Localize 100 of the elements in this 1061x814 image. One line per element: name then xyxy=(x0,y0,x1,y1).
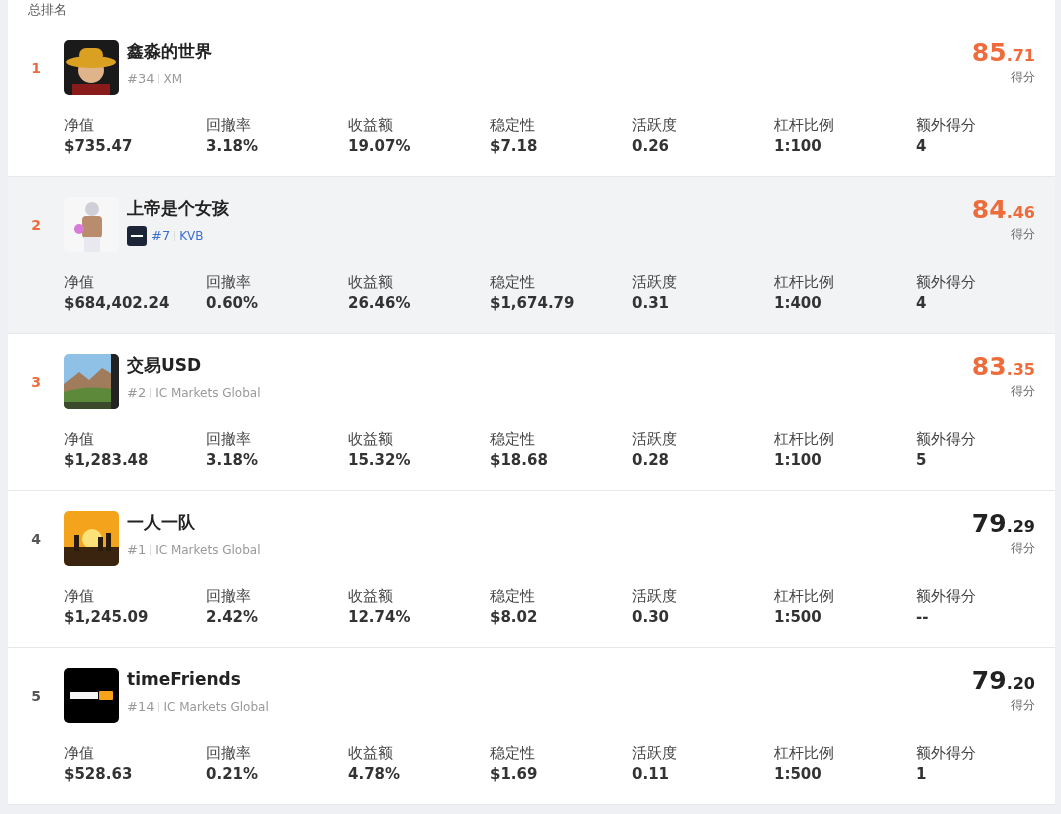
stat-label: 收益额 xyxy=(348,272,394,292)
stat-value: 0.60% xyxy=(206,293,260,314)
stat-value: $528.63 xyxy=(64,764,134,785)
stat-label: 额外得分 xyxy=(916,429,977,449)
trader-name: 鑫淼的世界 xyxy=(127,40,212,62)
stat-label: 额外得分 xyxy=(916,586,977,606)
stat-value: $1,674.79 xyxy=(490,293,576,314)
stat-label: 活跃度 xyxy=(632,586,678,606)
stat-label: 收益额 xyxy=(348,115,394,135)
stat-value: -- xyxy=(916,607,930,628)
stat-value: 4.78% xyxy=(348,764,402,785)
stat-label: 稳定性 xyxy=(490,115,536,135)
stat-value: 1:400 xyxy=(774,293,823,314)
rank-position: #1 xyxy=(127,541,147,559)
stat-value: 3.18% xyxy=(206,136,260,157)
rank-position: #7 xyxy=(151,227,171,246)
section-title: 总排名 xyxy=(27,1,68,19)
rank-number: 4 xyxy=(30,530,42,549)
score-integer: 79 xyxy=(971,666,1007,695)
trader-name: timeFriends xyxy=(127,668,242,690)
score-integer: 85 xyxy=(971,38,1007,67)
stat-value: 1:500 xyxy=(774,607,823,628)
stat-label: 回撤率 xyxy=(206,272,252,292)
stat-value: 26.46% xyxy=(348,293,412,314)
stat-label: 杠杆比例 xyxy=(774,743,835,763)
rank-position: #34 xyxy=(127,70,155,88)
score-decimal: .20 xyxy=(1006,674,1035,693)
stat-value: 5 xyxy=(916,450,928,471)
rank-number: 1 xyxy=(30,59,42,78)
stat-value: 2.42% xyxy=(206,607,260,628)
score-decimal: .46 xyxy=(1006,203,1035,222)
stat-label: 活跃度 xyxy=(632,115,678,135)
score-decimal: .35 xyxy=(1006,360,1035,379)
stat-label: 收益额 xyxy=(348,429,394,449)
stat-value: $18.68 xyxy=(490,450,549,471)
stat-value: $7.18 xyxy=(490,136,539,157)
stat-label: 杠杆比例 xyxy=(774,272,835,292)
stat-value: $1,245.09 xyxy=(64,607,150,628)
stat-label: 稳定性 xyxy=(490,272,536,292)
stat-label: 回撤率 xyxy=(206,115,252,135)
stat-label: 稳定性 xyxy=(490,743,536,763)
stat-value: $1.69 xyxy=(490,764,539,785)
stat-value: 0.30 xyxy=(632,607,670,628)
score-integer: 84 xyxy=(971,195,1007,224)
trader-name: 一人一队 xyxy=(127,511,196,533)
rank-number: 5 xyxy=(30,687,42,706)
score-decimal: .29 xyxy=(1006,517,1035,536)
stat-value: 1 xyxy=(916,764,928,785)
rank-number: 2 xyxy=(30,216,42,235)
stat-value: 4 xyxy=(916,136,928,157)
broker-name: XM xyxy=(163,70,182,88)
stat-label: 净值 xyxy=(64,743,95,763)
stat-label: 杠杆比例 xyxy=(774,429,835,449)
score-decimal: .71 xyxy=(1006,46,1035,65)
broker-name: KVB xyxy=(179,228,204,245)
score-integer: 79 xyxy=(971,509,1007,538)
stat-label: 回撤率 xyxy=(206,586,252,606)
stat-label: 活跃度 xyxy=(632,429,678,449)
ranking-row-highlight[interactable]: 2 上帝是个女孩 #7 KVB 84.46 得分 净值 $684,402.24 回撤率 0.60% 收益额 26.46% 稳定性 $1,674.79 活跃度 0.31 杠杆比例 1:400 额外得分 4 xyxy=(8,177,1055,334)
stat-value: 1:100 xyxy=(774,450,823,471)
stat-value: 15.32% xyxy=(348,450,412,471)
stat-label: 额外得分 xyxy=(916,743,977,763)
stat-label: 回撤率 xyxy=(206,743,252,763)
stat-value: 12.74% xyxy=(348,607,412,628)
stat-value: 0.26 xyxy=(632,136,670,157)
stat-label: 杠杆比例 xyxy=(774,586,835,606)
stat-value: $684,402.24 xyxy=(64,293,171,314)
stat-label: 稳定性 xyxy=(490,586,536,606)
trader-name: 交易USD xyxy=(127,354,203,376)
stat-value: 1:500 xyxy=(774,764,823,785)
stat-value: $8.02 xyxy=(490,607,539,628)
broker-name: IC Markets Global xyxy=(155,541,261,559)
stat-label: 杠杆比例 xyxy=(774,115,835,135)
stat-value: $1,283.48 xyxy=(64,450,150,471)
stat-value: 4 xyxy=(916,293,928,314)
stat-label: 收益额 xyxy=(348,743,394,763)
stat-label: 稳定性 xyxy=(490,429,536,449)
stat-value: 0.21% xyxy=(206,764,260,785)
stat-label: 净值 xyxy=(64,272,95,292)
stat-label: 额外得分 xyxy=(916,115,977,135)
stat-label: 净值 xyxy=(64,115,95,135)
stat-label: 活跃度 xyxy=(632,743,678,763)
broker-name: IC Markets Global xyxy=(155,384,261,402)
stat-value: 1:100 xyxy=(774,136,823,157)
trader-name: 上帝是个女孩 xyxy=(127,197,229,219)
stat-label: 收益额 xyxy=(348,586,394,606)
score-label: 得分 xyxy=(1010,226,1035,243)
rank-position: #2 xyxy=(127,384,147,402)
score-label: 得分 xyxy=(1010,383,1035,400)
score-label: 得分 xyxy=(1010,697,1035,714)
stat-label: 活跃度 xyxy=(632,272,678,292)
stat-value: $735.47 xyxy=(64,136,134,157)
stat-value: 19.07% xyxy=(348,136,412,157)
rank-position: #14 xyxy=(127,698,155,716)
broker-name: IC Markets Global xyxy=(163,698,269,716)
stat-value: 0.28 xyxy=(632,450,670,471)
stat-label: 回撤率 xyxy=(206,429,252,449)
rank-number: 3 xyxy=(30,373,42,392)
stat-label: 净值 xyxy=(64,586,95,606)
stat-value: 0.31 xyxy=(632,293,670,314)
